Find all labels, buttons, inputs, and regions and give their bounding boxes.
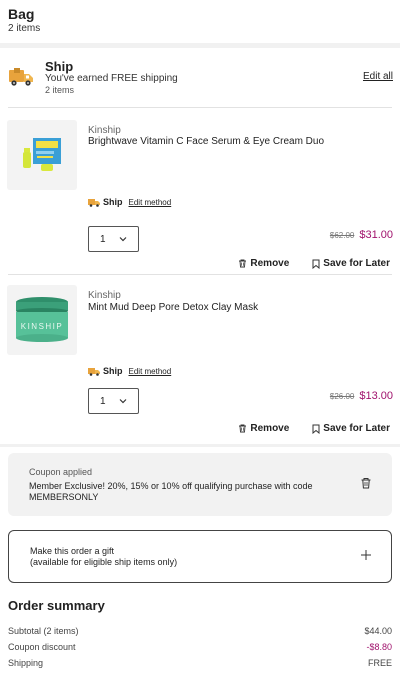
save-for-later-label: Save for Later xyxy=(323,258,390,269)
gift-option[interactable]: Make this order a gift (available for el… xyxy=(8,530,392,583)
serum-duo-image xyxy=(7,120,77,190)
quantity-value: 1 xyxy=(100,233,106,245)
cart-item: KINSHIP Kinship Mint Mud Deep Pore Detox… xyxy=(0,275,400,443)
section-divider xyxy=(0,43,400,48)
jar-logo-text: KINSHIP xyxy=(21,322,64,331)
gift-subtitle: (available for eligible ship items only) xyxy=(30,557,178,567)
edit-method-link[interactable]: Edit method xyxy=(129,198,172,207)
bag-item-count: 2 items xyxy=(8,23,41,34)
trash-icon xyxy=(239,259,247,268)
original-price: $62.00 xyxy=(329,231,355,240)
product-name[interactable]: Brightwave Vitamin C Face Serum & Eye Cr… xyxy=(88,136,324,147)
edit-all-link[interactable]: Edit all xyxy=(363,71,393,82)
bookmark-icon xyxy=(312,259,320,269)
order-summary-title: Order summary xyxy=(8,598,105,613)
trash-icon xyxy=(239,424,247,433)
remove-coupon-icon[interactable] xyxy=(360,477,372,489)
ship-group-count: 2 items xyxy=(45,85,75,95)
bookmark-icon xyxy=(312,424,320,434)
truck-icon xyxy=(88,367,100,376)
item-actions: Remove Save for Later xyxy=(238,258,390,269)
edit-method-link[interactable]: Edit method xyxy=(129,367,172,376)
product-image[interactable] xyxy=(7,120,77,190)
shipping-value: FREE xyxy=(367,658,392,668)
subtotal-label: Subtotal (2 items) xyxy=(8,626,79,636)
price: $62.00 $31.00 xyxy=(330,229,393,241)
truck-icon xyxy=(88,198,100,207)
fulfillment-method: Ship Edit method xyxy=(88,366,171,376)
cart-item: Kinship Brightwave Vitamin C Face Serum … xyxy=(0,108,400,274)
remove-button[interactable]: Remove xyxy=(238,423,289,434)
coupon-description: Member Exclusive! 20%, 15% or 10% off qu… xyxy=(29,481,313,502)
remove-label: Remove xyxy=(250,258,290,269)
coupon-panel: Coupon applied Member Exclusive! 20%, 15… xyxy=(8,453,392,516)
product-image[interactable]: KINSHIP xyxy=(7,285,77,355)
save-for-later-label: Save for Later xyxy=(323,423,390,434)
shipping-label: Shipping xyxy=(8,658,44,668)
sale-price: $13.00 xyxy=(359,390,393,402)
bag-header: Bag 2 items xyxy=(8,6,40,34)
product-name[interactable]: Mint Mud Deep Pore Detox Clay Mask xyxy=(88,302,258,313)
gift-title: Make this order a gift xyxy=(30,546,115,556)
remove-button[interactable]: Remove xyxy=(238,258,289,269)
original-price: $26.00 xyxy=(329,392,355,401)
quantity-select[interactable]: 1 xyxy=(88,388,139,414)
ship-group-title: Ship xyxy=(45,59,74,74)
coupon-discount-value: -$8.80 xyxy=(366,642,392,652)
save-for-later-button[interactable]: Save for Later xyxy=(312,423,390,434)
product-brand: Kinship xyxy=(88,290,121,301)
ship-group-header: Ship You've earned FREE shipping 2 items… xyxy=(0,52,400,106)
fulfillment-label: Ship xyxy=(103,197,123,207)
coupon-discount-label: Coupon discount xyxy=(8,642,76,652)
product-brand: Kinship xyxy=(88,125,121,136)
remove-label: Remove xyxy=(250,423,290,434)
quantity-select[interactable]: 1 xyxy=(88,226,139,252)
quantity-value: 1 xyxy=(100,395,106,407)
chevron-down-icon xyxy=(119,399,127,404)
sale-price: $31.00 xyxy=(359,229,393,241)
price: $26.00 $13.00 xyxy=(330,390,393,402)
section-divider xyxy=(0,444,400,447)
fulfillment-method: Ship Edit method xyxy=(88,197,171,207)
subtotal-value: $44.00 xyxy=(364,626,392,636)
page-title: Bag xyxy=(8,6,35,22)
free-shipping-message: You've earned FREE shipping xyxy=(45,73,178,84)
clay-mask-image: KINSHIP xyxy=(7,285,77,355)
chevron-down-icon xyxy=(119,237,127,242)
coupon-label: Coupon applied xyxy=(29,467,93,477)
item-actions: Remove Save for Later xyxy=(238,423,390,434)
save-for-later-button[interactable]: Save for Later xyxy=(312,258,390,269)
fulfillment-label: Ship xyxy=(103,366,123,376)
truck-icon xyxy=(9,68,33,86)
plus-icon xyxy=(361,550,371,560)
